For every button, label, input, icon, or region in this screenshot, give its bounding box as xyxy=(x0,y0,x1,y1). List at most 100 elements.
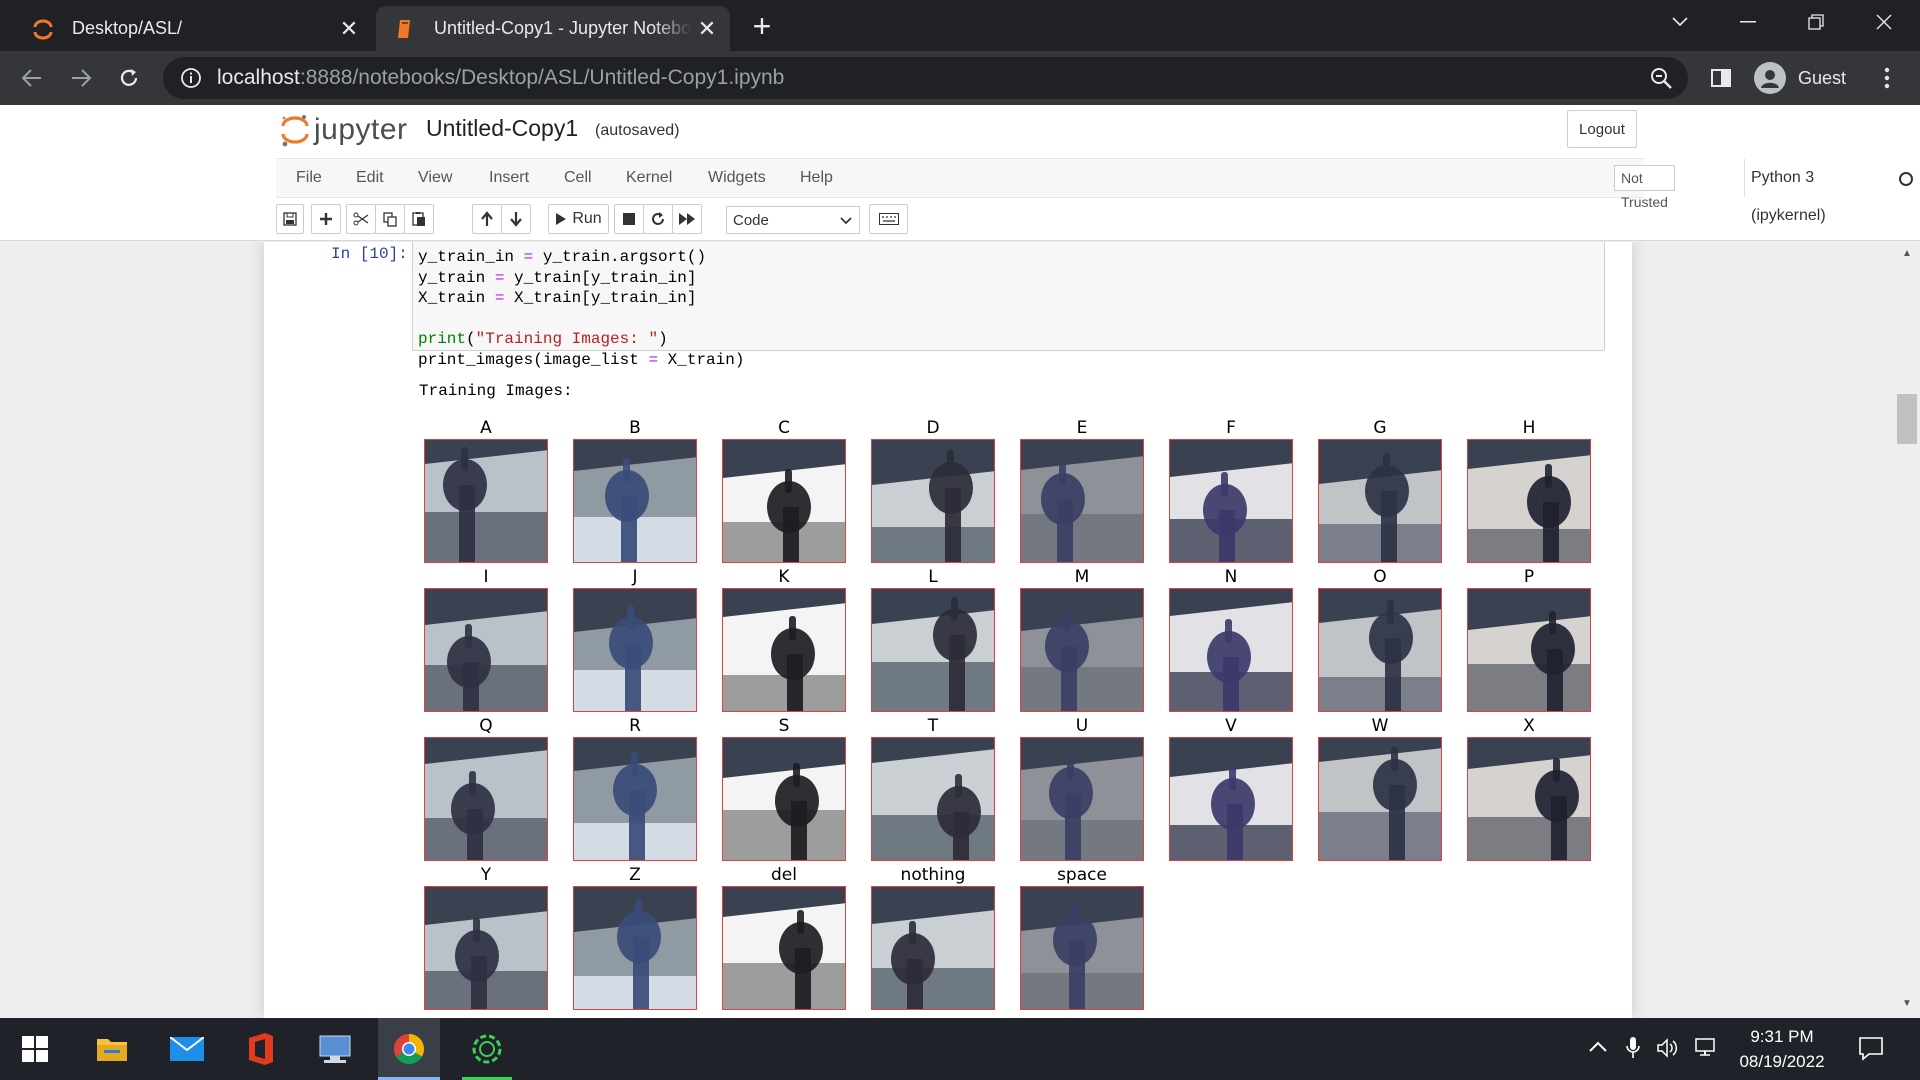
hand-sign-image xyxy=(573,886,697,1010)
hand-sign-image xyxy=(1020,588,1144,712)
menu-insert[interactable]: Insert xyxy=(489,159,529,197)
hand-sign-image xyxy=(722,439,846,563)
tray-chevron-up-icon[interactable] xyxy=(1587,1036,1609,1063)
url-text: localhost:8888/notebooks/Desktop/ASL/Unt… xyxy=(217,66,784,90)
tab-title: Desktop/ASL/ xyxy=(72,18,183,38)
training-image-item: X xyxy=(1467,716,1591,861)
url-bar[interactable]: localhost:8888/notebooks/Desktop/ASL/Unt… xyxy=(163,57,1688,99)
tab-search-chevron-icon[interactable] xyxy=(1646,0,1714,44)
training-image-item: A xyxy=(424,418,548,563)
scrollbar-thumb[interactable] xyxy=(1897,394,1917,444)
site-info-icon[interactable] xyxy=(179,66,203,90)
close-window-icon[interactable] xyxy=(1850,0,1918,44)
restart-icon xyxy=(652,212,664,225)
windows-taskbar: 9:31 PM 08/19/2022 xyxy=(0,1018,1920,1080)
hand-sign-image xyxy=(573,588,697,712)
menu-cell[interactable]: Cell xyxy=(564,159,592,197)
profile-button[interactable]: Guest xyxy=(1754,58,1846,98)
insert-cell-button[interactable] xyxy=(311,204,341,234)
zoom-icon[interactable] xyxy=(1648,65,1674,96)
output-text: Training Images: xyxy=(419,382,573,400)
anaconda-taskbar-icon[interactable] xyxy=(456,1018,518,1080)
scroll-up-arrow-icon[interactable]: ▲ xyxy=(1902,248,1912,259)
restart-button[interactable] xyxy=(643,204,673,234)
browser-tab-untitled-copy1[interactable]: Untitled-Copy1 - Jupyter Notebook ✕ xyxy=(376,6,730,51)
close-tab-icon[interactable]: ✕ xyxy=(334,16,364,42)
hand-sign-image xyxy=(1169,737,1293,861)
training-image-label: Y xyxy=(480,865,492,885)
scroll-down-arrow-icon[interactable]: ▼ xyxy=(1902,998,1912,1009)
not-trusted-badge[interactable]: Not Trusted xyxy=(1614,165,1675,210)
move-down-button[interactable] xyxy=(501,204,531,234)
remote-desktop-icon[interactable] xyxy=(304,1018,366,1080)
microphone-icon[interactable] xyxy=(1625,1036,1641,1065)
menu-view[interactable]: View xyxy=(418,159,452,197)
restore-icon[interactable] xyxy=(1782,0,1850,44)
guest-avatar-icon xyxy=(1754,62,1786,94)
close-tab-icon[interactable]: ✕ xyxy=(692,16,722,42)
logout-button[interactable]: Logout xyxy=(1567,110,1637,148)
cut-button[interactable] xyxy=(346,204,376,234)
mail-icon[interactable] xyxy=(156,1018,218,1080)
chrome-taskbar-icon[interactable] xyxy=(378,1018,440,1080)
training-image-item: D xyxy=(871,418,995,563)
file-explorer-icon[interactable] xyxy=(81,1018,143,1080)
hand-sign-image xyxy=(424,737,548,861)
cell-type-select[interactable]: Code xyxy=(726,206,860,234)
notification-center-icon[interactable] xyxy=(1857,1034,1885,1067)
interrupt-button[interactable] xyxy=(614,204,644,234)
reload-icon[interactable] xyxy=(112,61,146,95)
browser-menu-icon[interactable] xyxy=(1870,61,1904,95)
windows-start-icon[interactable] xyxy=(4,1018,66,1080)
taskbar-clock[interactable]: 9:31 PM 08/19/2022 xyxy=(1722,1024,1842,1074)
training-image-label: space xyxy=(1057,865,1107,885)
save-button[interactable] xyxy=(276,204,304,234)
run-button[interactable]: Run xyxy=(548,204,609,234)
training-image-label: Z xyxy=(629,865,641,885)
input-prompt: In [10]: xyxy=(331,245,408,263)
code-cell-input[interactable]: y_train_in = y_train.argsort() y_train =… xyxy=(412,242,1605,369)
network-icon[interactable] xyxy=(1694,1036,1718,1063)
training-image-label: K xyxy=(778,567,790,587)
training-image-item: R xyxy=(573,716,697,861)
notebook-toolbar: Run Code xyxy=(276,203,1644,237)
new-tab-button[interactable]: + xyxy=(744,9,780,45)
autosave-status: (autosaved) xyxy=(595,122,680,139)
copy-button[interactable] xyxy=(375,204,405,234)
browser-tab-desktop-asl[interactable]: Desktop/ASL/ ✕ xyxy=(14,6,372,51)
hand-sign-image xyxy=(871,737,995,861)
menu-edit[interactable]: Edit xyxy=(356,159,384,197)
arrow-up-icon xyxy=(481,211,493,226)
jupyter-logo-icon xyxy=(281,115,309,147)
training-image-label: P xyxy=(1523,567,1535,587)
keyboard-icon xyxy=(878,213,899,225)
code-line: y_train = y_train[y_train_in] xyxy=(418,268,697,287)
jupyter-logo[interactable]: jupyter xyxy=(280,110,408,150)
scissors-icon xyxy=(353,212,369,226)
minimize-icon[interactable] xyxy=(1714,0,1782,44)
volume-icon[interactable] xyxy=(1656,1036,1680,1065)
url-path: :8888/notebooks/Desktop/ASL/Untitled-Cop… xyxy=(299,66,785,89)
training-image-label: J xyxy=(632,567,638,587)
vertical-scrollbar[interactable]: ▲ ▼ xyxy=(1895,242,1920,1018)
menu-widgets[interactable]: Widgets xyxy=(708,159,766,197)
paste-button[interactable] xyxy=(404,204,434,234)
training-image-label: del xyxy=(771,865,797,885)
hand-sign-image xyxy=(1467,737,1591,861)
training-image-label: F xyxy=(1226,418,1236,438)
office-icon[interactable] xyxy=(230,1018,292,1080)
side-panel-icon[interactable] xyxy=(1704,61,1738,95)
forward-arrow-icon[interactable] xyxy=(64,61,98,95)
kernel-name[interactable]: Python 3 (ipykernel) xyxy=(1744,159,1826,224)
menu-file[interactable]: File xyxy=(296,159,322,197)
menu-kernel[interactable]: Kernel xyxy=(626,159,672,197)
back-arrow-icon[interactable] xyxy=(15,61,49,95)
command-palette-button[interactable] xyxy=(869,204,908,234)
notebook-name[interactable]: Untitled-Copy1 xyxy=(426,115,578,142)
move-up-button[interactable] xyxy=(472,204,502,234)
notebook-page: In [10]: y_train_in = y_train.argsort() … xyxy=(264,242,1632,1018)
restart-run-all-button[interactable] xyxy=(672,204,702,234)
menu-help[interactable]: Help xyxy=(800,159,833,197)
clock-time: 9:31 PM xyxy=(1750,1027,1814,1046)
